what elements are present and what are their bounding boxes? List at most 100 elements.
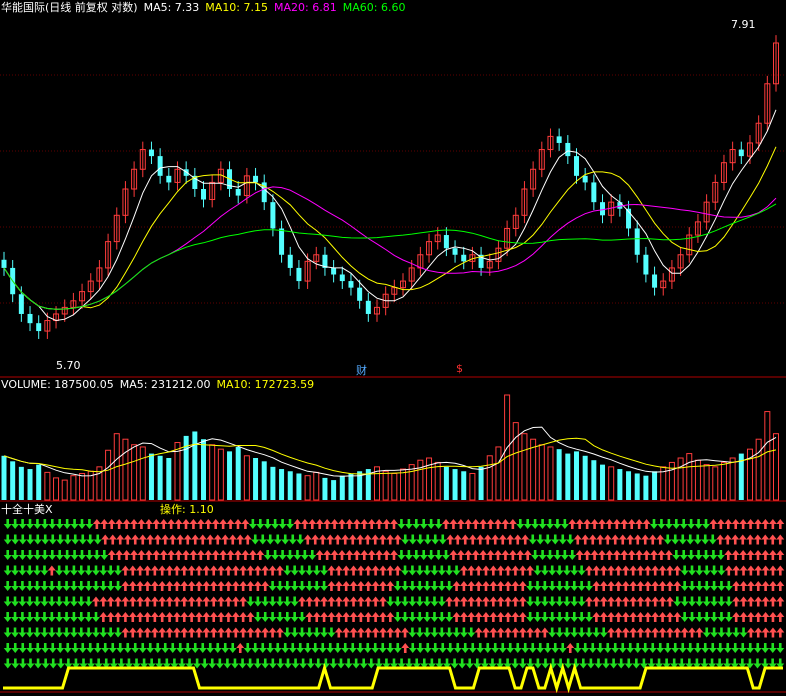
arrow-up-icon: [221, 534, 230, 545]
arrow-down-icon: [397, 519, 406, 529]
arrow-up-icon: [575, 519, 584, 529]
arrow-down-icon: [546, 519, 554, 529]
arrow-down-icon: [680, 612, 689, 622]
arrow-up-icon: [481, 581, 490, 591]
arrow-down-icon: [63, 550, 72, 560]
event-marker[interactable]: $: [456, 362, 463, 375]
arrow-down-icon: [363, 643, 372, 653]
arrow-up-icon: [635, 550, 644, 560]
arrow-down-icon: [540, 612, 549, 622]
arrow-up-icon: [732, 596, 741, 607]
arrow-down-icon: [25, 565, 34, 576]
arrow-up-icon: [768, 612, 777, 622]
arrow-up-icon: [246, 565, 255, 576]
arrow-up-icon: [650, 550, 658, 560]
arrow-up-icon: [338, 550, 346, 560]
arrow-down-icon: [533, 596, 542, 607]
arrow-down-icon: [3, 534, 12, 545]
arrow-up-icon: [636, 627, 645, 638]
arrow-down-icon: [223, 658, 232, 669]
arrow-down-icon: [106, 565, 115, 576]
arrow-up-icon: [107, 519, 116, 529]
arrow-up-icon: [629, 627, 638, 638]
arrow-up-icon: [187, 565, 196, 576]
arrow-down-icon: [123, 643, 132, 653]
arrow-down-icon: [261, 658, 270, 669]
arrow-down-icon: [483, 643, 492, 653]
arrow-down-icon: [679, 519, 688, 529]
arrow-down-icon: [62, 627, 71, 638]
volume-bar: [652, 471, 658, 500]
finance-marker[interactable]: 财: [356, 362, 367, 378]
arrow-up-icon: [498, 534, 507, 545]
volume-label: VOLUME: 187500.05: [1, 378, 114, 391]
volume-bar: [400, 468, 407, 501]
candle-body: [600, 202, 606, 216]
arrow-up-icon: [128, 612, 137, 622]
arrow-up-icon: [614, 565, 623, 576]
arrow-up-icon: [445, 596, 454, 607]
arrow-down-icon: [63, 643, 72, 653]
arrow-down-icon: [100, 550, 109, 560]
arrow-down-icon: [419, 519, 428, 529]
arrow-up-icon: [326, 534, 335, 545]
arrow-down-icon: [430, 596, 439, 607]
arrow-up-icon: [158, 612, 167, 622]
arrow-down-icon: [84, 581, 93, 591]
arrow-down-icon: [431, 534, 440, 545]
volume-bar: [227, 451, 233, 500]
arrow-up-icon: [776, 581, 785, 591]
arrow-up-icon: [202, 627, 211, 638]
arrow-down-icon: [450, 658, 459, 669]
arrow-down-icon: [558, 534, 567, 545]
arrow-up-icon: [378, 565, 387, 576]
arrow-up-icon: [209, 612, 218, 622]
arrow-up-icon: [768, 581, 777, 591]
arrow-up-icon: [239, 581, 248, 591]
arrow-up-icon: [506, 534, 515, 545]
arrow-up-icon: [228, 534, 237, 545]
arrow-down-icon: [84, 612, 93, 622]
arrow-up-icon: [261, 627, 270, 638]
arrow-down-icon: [540, 596, 549, 607]
arrow-up-icon: [356, 627, 365, 638]
arrow-up-icon: [471, 519, 480, 529]
arrow-down-icon: [286, 550, 294, 560]
arrow-up-icon: [196, 550, 205, 560]
arrow-up-icon: [643, 581, 652, 591]
arrow-down-icon: [55, 519, 64, 529]
arrow-down-icon: [47, 627, 56, 638]
arrow-up-icon: [452, 612, 461, 622]
arrow-up-icon: [182, 550, 190, 560]
arrow-down-icon: [641, 643, 650, 653]
arrow-up-icon: [224, 612, 233, 622]
arrow-down-icon: [570, 596, 579, 607]
arrow-up-icon: [189, 519, 198, 529]
arrow-down-icon: [25, 596, 34, 607]
arrow-down-icon: [77, 581, 86, 591]
arrow-up-icon: [209, 596, 218, 607]
volume-bar: [348, 473, 354, 500]
arrow-down-icon: [55, 627, 64, 638]
ma60-line: [3, 203, 777, 310]
arrow-up-icon: [658, 565, 667, 576]
volume-bar: [382, 470, 389, 501]
arrow-down-icon: [710, 596, 719, 607]
arrow-up-icon: [479, 519, 488, 529]
arrow-down-icon: [278, 519, 287, 529]
arrow-down-icon: [206, 643, 215, 653]
arrow-up-icon: [746, 550, 755, 560]
arrow-down-icon: [717, 565, 726, 576]
arrow-up-icon: [648, 534, 657, 545]
arrow-down-icon: [253, 658, 262, 669]
arrow-down-icon: [594, 658, 603, 669]
arrow-up-icon: [136, 565, 145, 576]
arrow-up-icon: [486, 519, 495, 529]
arrow-down-icon: [70, 550, 79, 560]
arrow-up-icon: [180, 627, 189, 638]
arrow-up-icon: [768, 519, 777, 529]
arrow-down-icon: [318, 643, 327, 653]
arrow-down-icon: [253, 612, 262, 622]
arrow-up-icon: [168, 534, 177, 545]
arrow-down-icon: [531, 519, 540, 529]
